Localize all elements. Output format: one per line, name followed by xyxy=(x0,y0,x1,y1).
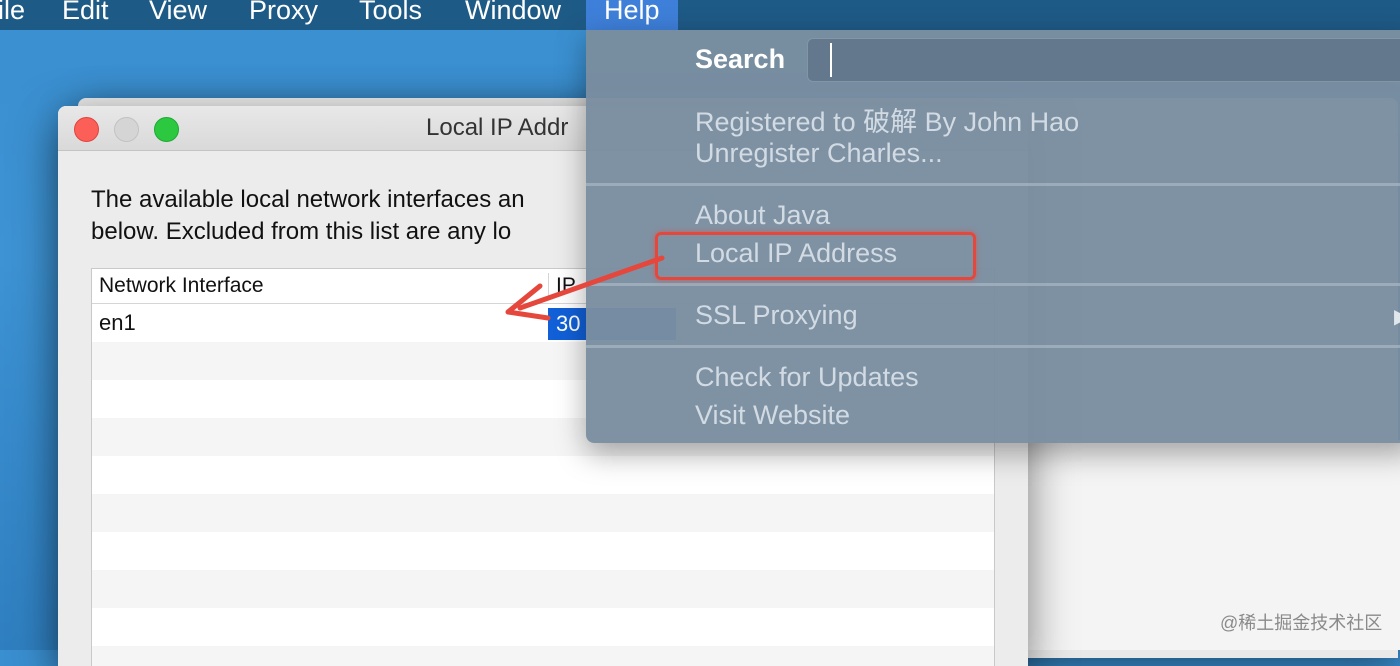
annotation-arrow-icon xyxy=(505,255,665,321)
watermark: @稀土掘金技术社区 xyxy=(1220,613,1383,633)
